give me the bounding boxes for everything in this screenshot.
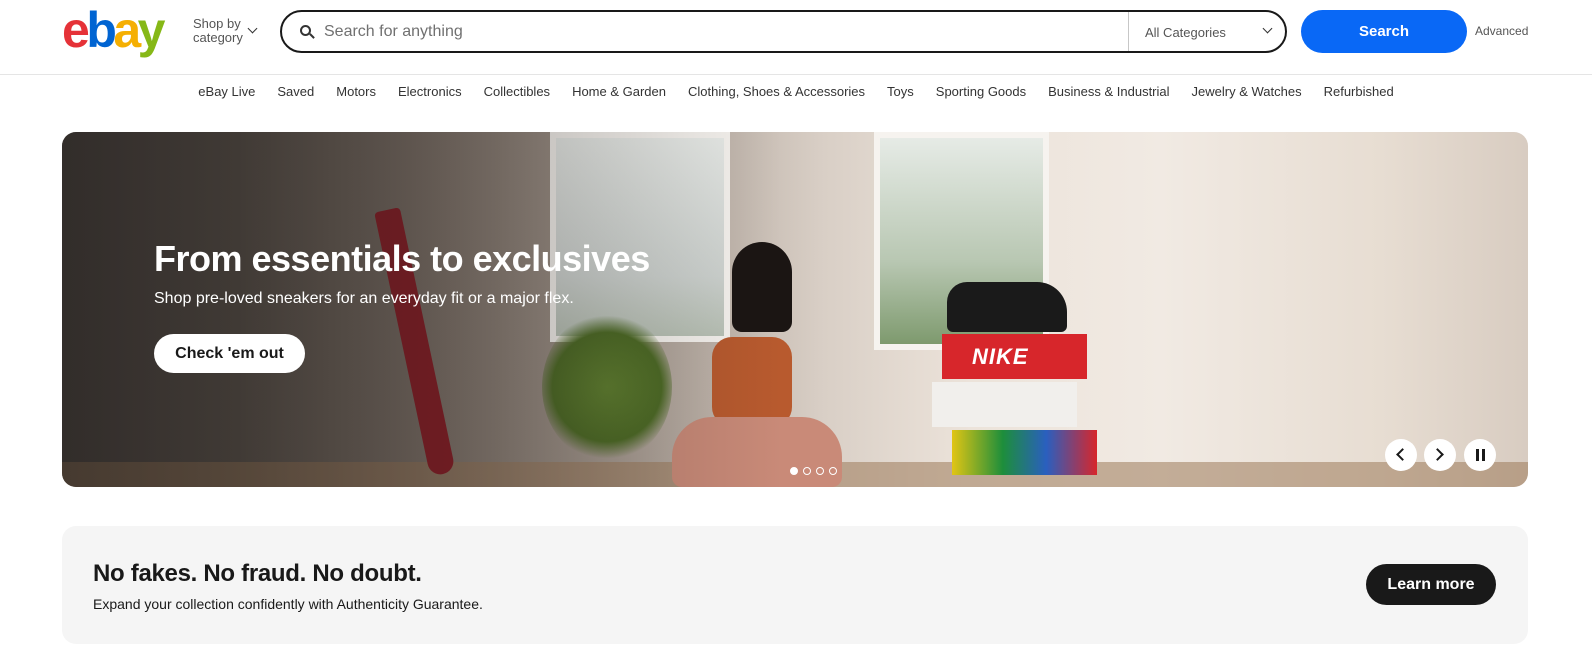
nav-item-motors[interactable]: Motors [336, 84, 376, 99]
nav-item-saved[interactable]: Saved [277, 84, 314, 99]
carousel-pause-button[interactable] [1464, 439, 1496, 471]
hero-shade [62, 132, 782, 487]
chevron-left-icon [1396, 448, 1409, 461]
carousel-dot[interactable] [790, 467, 798, 475]
search-icon [300, 25, 315, 39]
nav-item-collectibles[interactable]: Collectibles [484, 84, 550, 99]
authenticity-title: No fakes. No fraud. No doubt. [93, 560, 422, 587]
carousel-dot[interactable] [829, 467, 837, 475]
search-button[interactable]: Search [1301, 10, 1467, 53]
carousel-next-button[interactable] [1424, 439, 1456, 471]
logo-letter-y: y [137, 2, 166, 58]
learn-more-button[interactable]: Learn more [1366, 564, 1496, 605]
category-select-value: All Categories [1145, 25, 1226, 40]
box-brand-label: NIKE [972, 344, 1029, 369]
category-nav: eBay Live Saved Motors Electronics Collectib… [0, 84, 1592, 102]
hero-subtitle: Shop pre-loved sneakers for an everyday … [154, 290, 574, 307]
ebay-logo[interactable]: ebay [62, 2, 166, 58]
pause-icon-bar [1482, 449, 1485, 461]
chevron-down-icon [1262, 23, 1273, 34]
hero-title: From essentials to exclusives [154, 238, 650, 279]
nav-item-sporting-goods[interactable]: Sporting Goods [936, 84, 1026, 99]
nav-item-clothing[interactable]: Clothing, Shoes & Accessories [688, 84, 865, 99]
nav-item-ebay-live[interactable]: eBay Live [198, 84, 255, 99]
advanced-search-link[interactable]: Advanced [1475, 24, 1528, 38]
logo-letter-e: e [62, 2, 90, 58]
nav-item-home-garden[interactable]: Home & Garden [572, 84, 666, 99]
shop-by-label-line1: Shop by [193, 16, 241, 31]
chevron-right-icon [1431, 448, 1444, 461]
nav-item-toys[interactable]: Toys [887, 84, 914, 99]
carousel-prev-button[interactable] [1385, 439, 1417, 471]
nav-item-refurbished[interactable]: Refurbished [1324, 84, 1394, 99]
carousel-dot[interactable] [803, 467, 811, 475]
nav-item-business-industrial[interactable]: Business & Industrial [1048, 84, 1169, 99]
nav-item-electronics[interactable]: Electronics [398, 84, 462, 99]
authenticity-banner: No fakes. No fraud. No doubt. Expand you… [62, 526, 1528, 644]
sneaker-image [947, 282, 1067, 332]
category-select[interactable]: All Categories [1128, 12, 1287, 51]
search-input[interactable] [324, 20, 1114, 44]
site-header: ebay Shop by category All Categories Sea… [0, 0, 1592, 75]
logo-letter-a: a [113, 2, 141, 58]
nav-item-jewelry-watches[interactable]: Jewelry & Watches [1192, 84, 1302, 99]
hero-cta-button[interactable]: Check 'em out [154, 334, 305, 373]
authenticity-subtitle: Expand your collection confidently with … [93, 596, 483, 612]
hero-carousel: NIKE From essentials to exclusives Shop … [62, 132, 1528, 487]
logo-letter-b: b [86, 2, 117, 58]
carousel-dots [790, 462, 842, 475]
search-bar: All Categories [280, 10, 1287, 53]
shop-by-category-button[interactable]: Shop by category [193, 16, 258, 45]
carousel-dot[interactable] [816, 467, 824, 475]
shop-by-label-line2: category [193, 30, 243, 45]
chevron-down-icon [247, 23, 258, 34]
sneaker-boxes-image: NIKE [932, 282, 1097, 487]
pause-icon [1476, 449, 1479, 461]
